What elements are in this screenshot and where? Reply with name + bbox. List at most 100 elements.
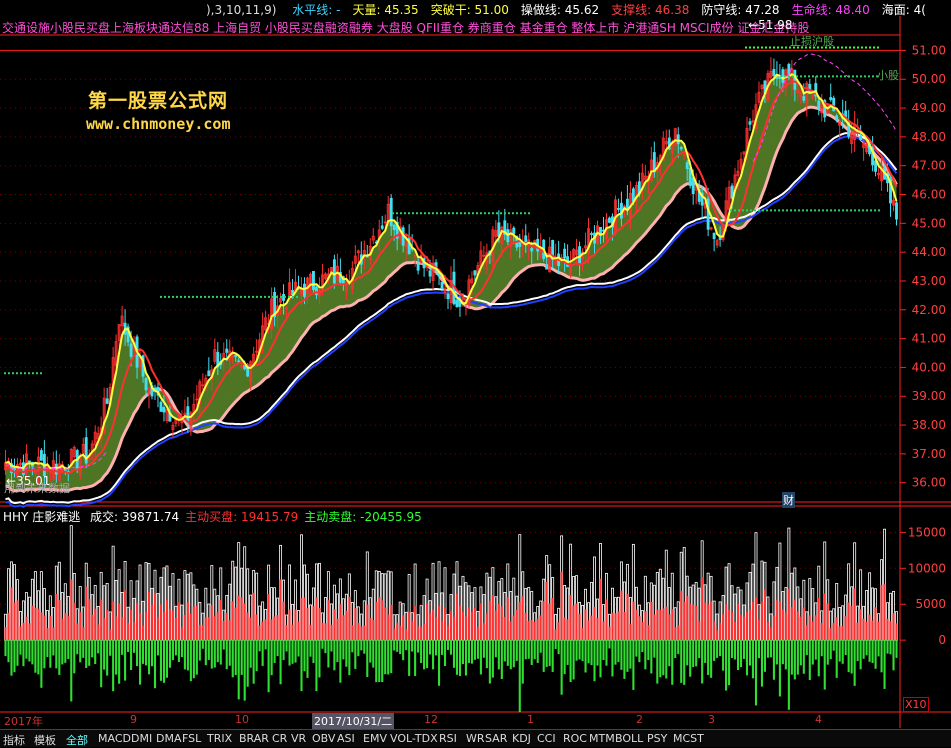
watermark-url: www.chnmoney.com <box>86 115 231 133</box>
tab-sar[interactable]: SAR <box>485 732 507 745</box>
volume-bar-sell <box>467 640 470 663</box>
tab-roc[interactable]: ROC <box>563 732 587 745</box>
candle-body <box>39 450 43 461</box>
volume-bar-sell <box>22 640 25 667</box>
volume-bar-buy <box>542 601 545 641</box>
tab-trix[interactable]: TRIX <box>207 732 232 745</box>
volume-bar-buy <box>420 626 423 641</box>
tab-wr[interactable]: WR <box>466 732 485 745</box>
volume-bar-sell <box>641 640 644 653</box>
tab-boll[interactable]: BOLL <box>615 732 643 745</box>
volume-bar-buy <box>620 590 623 641</box>
candle-body <box>772 68 776 77</box>
volume-bar-buy <box>70 579 73 641</box>
volume-bar-sell <box>426 640 429 669</box>
volume-bar-sell <box>731 640 734 658</box>
volume-bar-sell <box>183 640 186 670</box>
volume-bar-sell <box>342 640 345 660</box>
candle-body <box>416 262 420 271</box>
tab-fsl[interactable]: FSL <box>182 732 201 745</box>
tab-kdj[interactable]: KDJ <box>512 732 531 745</box>
volume-bar-buy <box>452 616 456 641</box>
tab-emv[interactable]: EMV <box>363 732 387 745</box>
volume-bar-sell <box>58 640 61 675</box>
volume-bar-sell <box>7 640 10 663</box>
tab-mtm[interactable]: MTM <box>589 732 615 745</box>
volume-bar-buy <box>449 610 453 641</box>
tab-obv[interactable]: OBV <box>312 732 335 745</box>
tab-macd[interactable]: MACD <box>98 732 131 745</box>
volume-bar-sell <box>880 640 883 673</box>
volume-header: HHY 庄影难逃 成交: 39871.74 主动买盘: 19415.79 主动卖盘:… <box>3 508 422 525</box>
volume-bar-buy <box>868 614 871 641</box>
volume-bar-sell <box>572 640 575 680</box>
tab-vr[interactable]: VR <box>291 732 306 745</box>
tab-dma[interactable]: DMA <box>156 732 182 745</box>
volume-bar-buy <box>85 586 88 641</box>
volume-bar-sell <box>515 640 518 661</box>
volume-bar-sell <box>653 640 656 658</box>
volume-bar-buy <box>124 590 127 641</box>
volume-bar-buy <box>321 622 324 641</box>
volume-bar-sell <box>387 640 390 675</box>
volume-bar-buy <box>189 613 192 641</box>
volume-bar-sell <box>189 640 192 682</box>
tab-psy[interactable]: PSY <box>647 732 667 745</box>
volume-bar-buy <box>40 612 43 641</box>
volume-bar-sell <box>402 640 405 661</box>
volume-bar-sell <box>748 640 752 666</box>
volume-bar-sell <box>124 640 127 681</box>
volume-bar-sell <box>787 640 790 710</box>
volume-bar-sell <box>82 640 85 658</box>
volume-bar-buy <box>267 594 270 641</box>
volume-bar-buy <box>763 589 766 641</box>
volume-bar-buy <box>330 624 333 641</box>
volume-bar-sell <box>435 640 438 656</box>
header-item-value: 4( <box>909 3 926 17</box>
tab-asi[interactable]: ASI <box>337 732 355 745</box>
volume-bar-buy <box>138 613 142 641</box>
volume-bar-buy <box>677 625 680 641</box>
tab-mcst[interactable]: MCST <box>673 732 704 745</box>
volume-bar-buy <box>276 615 279 641</box>
volume-bar-buy <box>10 587 13 641</box>
volume-bar-buy <box>423 623 426 641</box>
volume-bar-buy <box>384 607 387 641</box>
tab-rsi[interactable]: RSI <box>439 732 457 745</box>
volume-bar-sell <box>133 640 136 653</box>
volume-bar-buy <box>599 578 602 641</box>
header-item-label: 操做线: <box>520 3 561 17</box>
candle-body <box>817 100 821 110</box>
volume-bar-sell <box>294 640 297 663</box>
volume-bar-buy <box>417 626 420 641</box>
volume-bar-buy <box>814 615 817 641</box>
volume-bar-buy <box>835 617 838 641</box>
volume-bar-sell <box>853 640 856 686</box>
tab-vol-tdx[interactable]: VOL-TDX <box>390 732 438 745</box>
finance-marker[interactable]: 财 <box>782 492 795 508</box>
volume-bar-sell <box>635 640 638 657</box>
volume-bar-buy <box>506 597 509 641</box>
volume-bar-buy <box>411 620 414 641</box>
volume-bar-buy <box>548 603 551 641</box>
candle-body <box>829 97 833 100</box>
volume-bar-sell <box>258 640 261 652</box>
volume-bar-sell <box>147 640 151 675</box>
tab-cci[interactable]: CCI <box>537 732 556 745</box>
volume-bar-sell <box>216 640 219 663</box>
volume-bar-buy <box>731 612 734 641</box>
volume-bar-buy <box>623 612 626 641</box>
volume-bar-sell <box>384 640 387 675</box>
volume-bar-buy <box>180 627 183 641</box>
volume-bar-sell <box>518 640 521 713</box>
tab-cr[interactable]: CR <box>272 732 287 745</box>
volume-bar-sell <box>300 640 303 692</box>
tab-brar[interactable]: BRAR <box>239 732 269 745</box>
volume-bar-sell <box>10 640 13 676</box>
volume-bar-buy <box>488 600 491 641</box>
tab-dmi[interactable]: DMI <box>131 732 152 745</box>
volume-bar-buy <box>668 614 671 641</box>
volume-bar-buy <box>333 609 336 641</box>
volume-bar-sell <box>378 640 381 682</box>
volume-bar-sell <box>369 640 372 663</box>
